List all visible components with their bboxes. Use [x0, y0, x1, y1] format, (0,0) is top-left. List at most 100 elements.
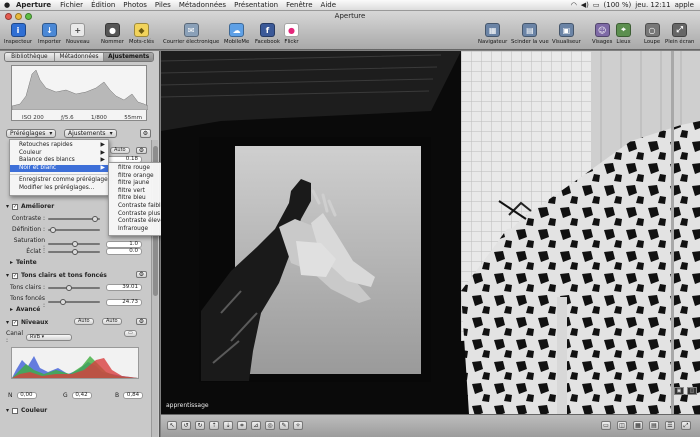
- mots-cles-button[interactable]: ◆ Mots-clés: [129, 23, 154, 45]
- eclat-slider[interactable]: [48, 248, 100, 255]
- adjustments-popup[interactable]: Ajustements ▾: [64, 129, 117, 138]
- menu-presentation[interactable]: Présentation: [230, 1, 282, 9]
- menu-aide[interactable]: Aide: [317, 1, 340, 9]
- nouveau-button[interactable]: + Nouveau: [66, 23, 90, 45]
- facebook-button[interactable]: f Facebook: [255, 23, 280, 45]
- ameliorer-checkbox[interactable]: ✓: [12, 203, 19, 210]
- avance-disclosure[interactable]: ▸ Avancé: [10, 306, 40, 313]
- email-button[interactable]: ✉ Courrier électronique: [163, 23, 219, 45]
- menu-metadonnees[interactable]: Métadonnées: [175, 1, 230, 9]
- retouch-tool-icon[interactable]: ✧: [293, 421, 303, 430]
- inspecteur-button[interactable]: i Inspecteur: [4, 23, 32, 45]
- levels-noir-value[interactable]: 0,00: [16, 392, 37, 399]
- contraste-slider[interactable]: [48, 215, 100, 222]
- window-title: Aperture: [334, 12, 366, 20]
- flickr-button[interactable]: ● Flickr: [284, 23, 299, 45]
- gear-icon[interactable]: ⚙: [136, 147, 147, 154]
- lieux-button[interactable]: ⌖ Lieux: [616, 23, 631, 45]
- levels-gris-value[interactable]: 0,42: [71, 392, 92, 399]
- disclosure-open-icon: ▾: [6, 272, 10, 279]
- menu-item-enregistrer[interactable]: Enregistrer comme préréglage...: [10, 177, 113, 185]
- volume-icon[interactable]: ◀): [581, 1, 589, 9]
- straighten-tool-icon[interactable]: ⊿: [251, 421, 261, 430]
- rotate-right-icon[interactable]: ↻: [195, 421, 205, 430]
- menu-item-noir-et-blanc[interactable]: Noir et blanc ▶: [10, 164, 108, 173]
- visages-button[interactable]: ☺ Visages: [592, 23, 612, 45]
- select-tool-icon[interactable]: ↖: [167, 421, 177, 430]
- navigateur-button[interactable]: ▦ Navigateur: [478, 23, 507, 45]
- niveaux-auto-button-2[interactable]: Auto: [102, 318, 122, 325]
- menu-item-retouches[interactable]: Retouches rapides ▶: [10, 142, 108, 150]
- stamp-tool-icon[interactable]: ⇣: [223, 421, 233, 430]
- split-view-button[interactable]: ▤ Scinder la vue: [511, 23, 549, 45]
- couleur-checkbox[interactable]: [12, 407, 19, 414]
- menu-photos[interactable]: Photos: [119, 1, 151, 9]
- rotate-left-icon[interactable]: ↺: [181, 421, 191, 430]
- mobileme-button[interactable]: ☁ MobileMe: [224, 23, 249, 45]
- niveaux-auto-button[interactable]: Auto: [74, 318, 94, 325]
- red-eye-tool-icon[interactable]: ◎: [265, 421, 275, 430]
- tab-metadonnees[interactable]: Métadonnées: [54, 53, 105, 61]
- niveaux-header[interactable]: ▾ ✓ Niveaux: [6, 319, 48, 326]
- view-grid-icon[interactable]: ▦: [633, 421, 643, 430]
- histogram: [11, 65, 149, 121]
- tons-header[interactable]: ▾ ✓ Tons clairs et tons foncés: [6, 272, 107, 279]
- levels-options-icon[interactable]: ▭: [124, 330, 137, 337]
- visualiseur-button[interactable]: ▣ Visualiseur: [552, 23, 581, 45]
- eclat-value[interactable]: 0.0: [106, 248, 142, 255]
- tab-ajustements[interactable]: Ajustements: [104, 53, 153, 61]
- menu-fichier[interactable]: Fichier: [56, 1, 87, 9]
- levels-histogram[interactable]: [11, 347, 139, 379]
- clock[interactable]: jeu. 12:11: [635, 1, 670, 9]
- crop-tool-icon[interactable]: ⌗: [237, 421, 247, 430]
- nommer-button[interactable]: ● Nommer: [101, 23, 124, 45]
- user-name[interactable]: apple: [675, 1, 694, 9]
- bw-auto-button[interactable]: Auto: [110, 147, 130, 154]
- canal-popup[interactable]: RVB ▾: [26, 333, 72, 341]
- importer-button[interactable]: ↓ Importer: [38, 23, 61, 45]
- levels-blanc-value[interactable]: 0,84: [123, 392, 144, 399]
- presets-popup[interactable]: Préréglages ▾: [6, 129, 57, 138]
- gear-icon[interactable]: ⚙: [136, 318, 147, 325]
- gear-icon[interactable]: ⚙: [136, 271, 147, 278]
- tons-checkbox[interactable]: ✓: [12, 272, 19, 279]
- tab-bibliotheque[interactable]: Bibliothèque: [5, 53, 55, 61]
- lift-tool-icon[interactable]: ⇡: [209, 421, 219, 430]
- view-one-icon[interactable]: ▭: [601, 421, 611, 430]
- brush-tool-icon[interactable]: ✎: [279, 421, 289, 430]
- gear-icon[interactable]: ⚙: [140, 129, 151, 138]
- couleur-header[interactable]: ▾ Couleur: [6, 407, 47, 414]
- viewer-icon: ▣: [558, 23, 574, 37]
- view-two-icon[interactable]: ◫: [617, 421, 627, 430]
- tons-clairs-value[interactable]: 39.01: [106, 284, 142, 291]
- view-list-icon[interactable]: ☰: [665, 421, 675, 430]
- view-filmstrip-icon[interactable]: ▤: [649, 421, 659, 430]
- plein-ecran-button[interactable]: ⤢ Plein écran: [665, 23, 694, 45]
- tons-fonces-slider[interactable]: [48, 299, 100, 305]
- menu-item-couleur[interactable]: Couleur ▶: [10, 150, 108, 158]
- viewer-info-icon[interactable]: ▣: [674, 387, 684, 395]
- tons-fonces-value[interactable]: 24.73: [106, 298, 142, 306]
- inspector-tabs: Bibliothèque Métadonnées Ajustements: [4, 52, 154, 62]
- ameliorer-header[interactable]: ▾ ✓ Améliorer: [6, 203, 54, 210]
- niveaux-checkbox[interactable]: ✓: [12, 319, 19, 326]
- saturation-value[interactable]: 1.0: [106, 240, 142, 248]
- viewer-badge-icon[interactable]: ◫: [687, 387, 697, 395]
- menu-app[interactable]: Aperture: [14, 1, 56, 9]
- view-fullscreen-icon[interactable]: ⤢: [681, 421, 691, 430]
- image-viewer[interactable]: [160, 51, 700, 414]
- menu-item-balance[interactable]: Balance des blancs ▶: [10, 157, 108, 165]
- battery-icon[interactable]: ▭: [593, 1, 600, 9]
- menu-edition[interactable]: Édition: [87, 1, 119, 9]
- menu-fenetre[interactable]: Fenêtre: [282, 1, 316, 9]
- tons-clairs-slider[interactable]: [48, 284, 100, 291]
- loupe-button[interactable]: ○ Loupe: [644, 23, 660, 45]
- saturation-slider[interactable]: [48, 241, 100, 247]
- definition-slider[interactable]: [48, 226, 100, 233]
- apple-menu-icon[interactable]: ●: [0, 1, 14, 9]
- teinte-disclosure[interactable]: ▸ Teinte: [10, 259, 37, 266]
- presets-menu: Retouches rapides ▶ Couleur ▶ Balance des …: [9, 139, 113, 196]
- menu-piles[interactable]: Piles: [151, 1, 175, 9]
- wifi-icon[interactable]: ◠: [571, 1, 577, 9]
- menu-item-modifier[interactable]: Modifier les préréglages...: [10, 185, 108, 193]
